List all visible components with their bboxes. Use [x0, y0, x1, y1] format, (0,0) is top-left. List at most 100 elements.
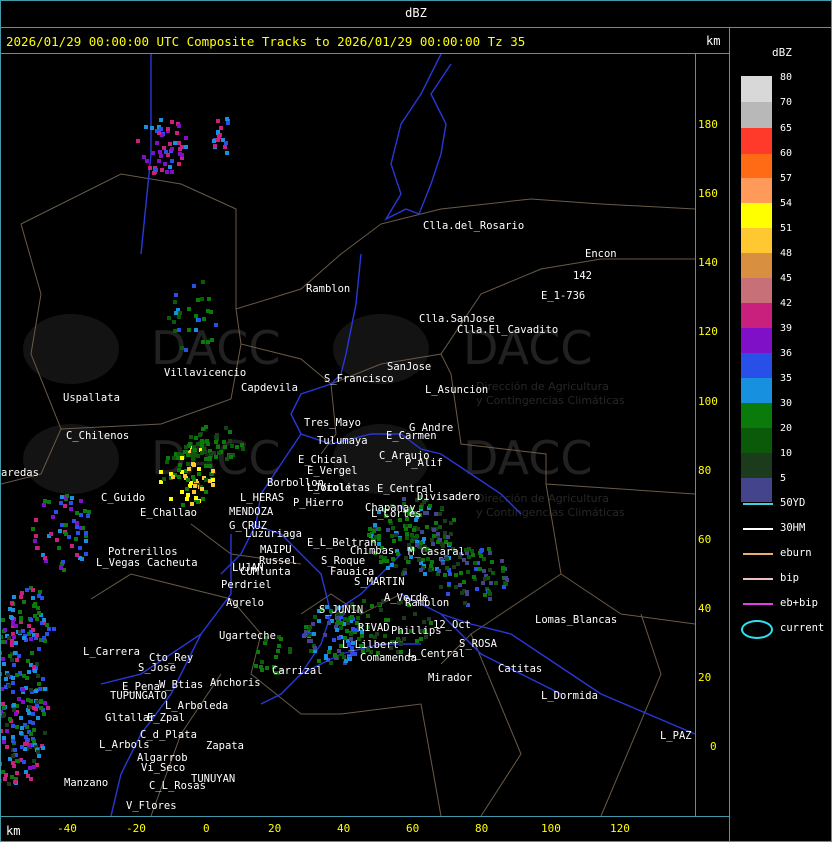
echo-cell — [165, 460, 169, 464]
echo-cell — [228, 439, 232, 443]
dbz-swatch-42 — [741, 303, 772, 329]
echo-cell — [158, 150, 162, 154]
echo-cell — [35, 546, 39, 550]
city-label: L_Carrera — [83, 646, 140, 658]
city-label: S_MARTIN — [354, 576, 405, 588]
echo-cell — [219, 126, 223, 130]
echo-cell — [213, 144, 217, 148]
echo-cell — [63, 504, 67, 508]
city-label: L_Arbols — [99, 739, 150, 751]
echo-cell — [6, 673, 10, 677]
echo-cell — [440, 506, 444, 510]
echo-cell — [194, 328, 198, 332]
echo-cell — [373, 523, 377, 527]
echo-cell — [491, 571, 495, 575]
echo-cell — [437, 569, 441, 573]
echo-cell — [256, 650, 260, 654]
echo-cell — [32, 665, 36, 669]
echo-cell — [7, 684, 11, 688]
echo-cell — [201, 280, 205, 284]
echo-cell — [22, 760, 26, 764]
echo-cell — [186, 478, 190, 482]
echo-cell — [443, 573, 447, 577]
echo-cell — [454, 573, 458, 577]
echo-cell — [72, 519, 76, 523]
echo-cell — [79, 513, 83, 517]
city-label: E_1-736 — [541, 290, 585, 302]
echo-cell — [466, 570, 470, 574]
echo-cell — [487, 547, 491, 551]
echo-cell — [23, 742, 27, 746]
echo-cell — [327, 650, 331, 654]
echo-cell — [369, 634, 373, 638]
echo-cell — [59, 501, 63, 505]
echo-cell — [288, 650, 292, 654]
echo-cell — [49, 532, 53, 536]
city-label: Ugarteche — [219, 630, 276, 642]
echo-cell — [178, 463, 182, 467]
echo-cell — [402, 497, 406, 501]
echo-cell — [1, 672, 2, 676]
echo-cell — [7, 782, 11, 786]
echo-cell — [420, 530, 424, 534]
echo-cell — [224, 141, 228, 145]
dbz-swatch-36 — [741, 353, 772, 379]
echo-cell — [21, 700, 25, 704]
echo-cell — [83, 509, 87, 513]
echo-cell — [37, 754, 41, 758]
city-label: L_PAZ — [660, 730, 692, 742]
echo-cell — [500, 559, 504, 563]
dbz-swatch-5 — [741, 478, 772, 502]
echo-cell — [202, 317, 206, 321]
echo-cell — [1, 702, 5, 706]
echo-cell — [22, 636, 26, 640]
echo-cell — [204, 478, 208, 482]
y-tick: 160 — [698, 187, 718, 200]
echo-cell — [157, 131, 161, 135]
echo-cell — [27, 711, 31, 715]
echo-cell — [430, 560, 434, 564]
echo-cell — [75, 511, 79, 515]
radar-map[interactable]: DACC DACC DACC DACC Dirección de Agricul… — [1, 54, 695, 816]
y-tick: 180 — [698, 118, 718, 131]
echo-cell — [4, 773, 8, 777]
echo-cell — [15, 658, 19, 662]
echo-cell — [177, 124, 181, 128]
dbz-label: 35 — [780, 373, 793, 384]
y-tick: 0 — [710, 740, 717, 753]
echo-cell — [11, 608, 15, 612]
city-label: L_HERAS — [240, 492, 284, 504]
echo-cell — [172, 456, 176, 460]
x-unit-label: km — [6, 824, 21, 838]
city-label: E_Challao — [140, 507, 197, 519]
watermark-brand: DACC — [463, 431, 593, 485]
echo-cell — [69, 501, 73, 505]
echo-cell — [467, 555, 471, 559]
echo-cell — [229, 455, 233, 459]
track-label: bip — [780, 572, 799, 584]
dbz-swatch-39 — [741, 328, 772, 354]
echo-cell — [24, 770, 28, 774]
echo-cell — [70, 496, 74, 500]
echo-cell — [177, 141, 181, 145]
city-label: G_Andre — [409, 422, 453, 434]
echo-cell — [1, 779, 2, 783]
echo-cell — [162, 146, 166, 150]
echo-cell — [459, 571, 463, 575]
echo-cell — [208, 457, 212, 461]
echo-cell — [436, 532, 440, 536]
echo-cell — [504, 576, 508, 580]
echo-cell — [446, 592, 450, 596]
echo-cell — [166, 127, 170, 131]
dbz-label: 30 — [780, 398, 793, 409]
echo-cell — [142, 155, 146, 159]
echo-cell — [81, 526, 85, 530]
echo-cell — [36, 606, 40, 610]
echo-cell — [399, 642, 403, 646]
track-label: 50YD — [780, 497, 806, 509]
echo-cell — [483, 593, 487, 597]
echo-cell — [12, 708, 16, 712]
echo-cell — [386, 528, 390, 532]
echo-cell — [390, 534, 394, 538]
echo-cell — [200, 451, 204, 455]
